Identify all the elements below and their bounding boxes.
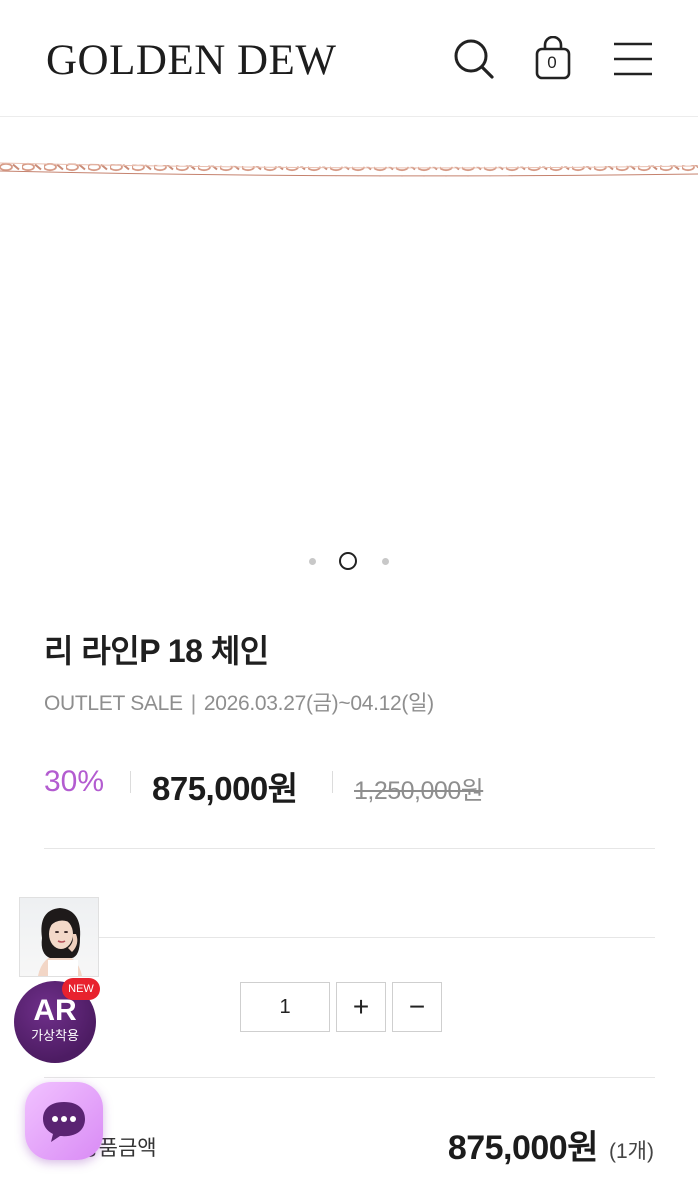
total-count: (1개) (609, 1140, 654, 1163)
price-divider (332, 771, 333, 793)
ar-subtitle: 가상착용 (31, 1028, 79, 1043)
quantity-increase-button[interactable]: + (336, 982, 386, 1032)
pagination-dot-2-active[interactable] (339, 552, 357, 570)
sale-info: OUTLET SALE | 2026.03.27(금)~04.12(일) (44, 687, 434, 717)
sale-price: 875,000원 (152, 770, 298, 807)
divider (44, 937, 655, 938)
pagination-dot-3[interactable] (382, 558, 389, 565)
hamburger-menu-icon (614, 42, 652, 76)
divider (44, 1077, 655, 1078)
chat-bubble-icon (43, 1102, 85, 1142)
cart-count-badge: 0 (547, 53, 557, 72)
brand-logo[interactable]: GOLDEN DEW (46, 38, 336, 84)
product-image[interactable] (0, 118, 698, 538)
new-badge: NEW (62, 978, 100, 1000)
cart-button[interactable]: 0 (534, 36, 572, 82)
price-divider (130, 771, 131, 793)
divider (44, 848, 655, 849)
ar-model-thumbnail[interactable] (19, 897, 99, 977)
sale-separator: | (190, 692, 196, 715)
quantity-decrease-button[interactable]: − (392, 982, 442, 1032)
image-pagination (0, 550, 698, 572)
total-amount: 875,000원 (447, 1129, 599, 1167)
model-portrait-image (38, 908, 82, 976)
quantity-input[interactable] (240, 982, 330, 1032)
site-header: GOLDEN DEW 0 (0, 0, 698, 117)
sale-period: 2026.03.27(금)~04.12(일) (203, 692, 434, 715)
search-button[interactable] (452, 36, 496, 82)
discount-rate: 30% (44, 765, 105, 798)
search-icon (454, 39, 494, 79)
original-price: 1,250,000원 (354, 777, 484, 805)
pagination-dot-1[interactable] (309, 558, 316, 565)
chat-button[interactable] (25, 1082, 103, 1160)
sale-name: OUTLET SALE (44, 692, 183, 715)
chain-image (0, 162, 698, 177)
menu-button[interactable] (613, 36, 653, 82)
product-title: 리 라인P 18 체인 (44, 633, 269, 669)
